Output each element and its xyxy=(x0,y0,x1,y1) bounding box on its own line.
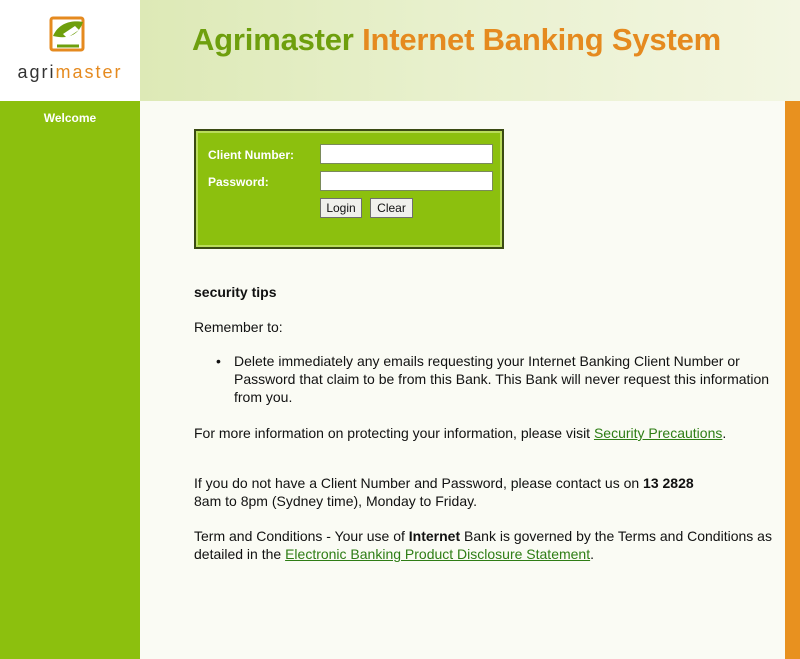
password-field[interactable] xyxy=(320,171,493,191)
more-info-suffix: . xyxy=(722,425,727,441)
contact-text: If you do not have a Client Number and P… xyxy=(194,475,644,491)
contact-paragraph: If you do not have a Client Number and P… xyxy=(194,474,774,510)
tips-list: • Delete immediately any emails requesti… xyxy=(214,352,774,406)
terms-text: Term and Conditions - Your use of xyxy=(194,528,409,544)
clear-button[interactable]: Clear xyxy=(370,198,413,218)
sidebar: Welcome xyxy=(0,101,140,659)
header-banner: Agrimaster Internet Banking System xyxy=(140,0,800,101)
terms-bold-word: Internet xyxy=(408,528,461,544)
logo-area: agrimaster xyxy=(0,0,140,101)
sidebar-item-welcome[interactable]: Welcome xyxy=(0,111,140,125)
login-form: Client Number: Password: Login Clear xyxy=(194,129,504,249)
list-item: • Delete immediately any emails requesti… xyxy=(214,352,774,406)
contact-phone: 13 2828 xyxy=(643,475,694,491)
contact-hours: 8am to 8pm (Sydney time), Monday to Frid… xyxy=(194,493,477,509)
agrimaster-logo-icon xyxy=(49,16,85,52)
page-title: Agrimaster Internet Banking System xyxy=(192,22,721,57)
disclosure-statement-link[interactable]: Electronic Banking Product Disclosure St… xyxy=(285,546,590,562)
more-info-text: For more information on protecting your … xyxy=(194,425,594,441)
security-precautions-link[interactable]: Security Precautions xyxy=(594,425,722,441)
logo-text: agrimaster xyxy=(17,62,123,82)
tip-text: Delete immediately any emails requesting… xyxy=(234,353,770,405)
security-tips-heading: security tips xyxy=(194,284,277,300)
terms-paragraph: Term and Conditions - Your use of Intern… xyxy=(194,527,774,563)
right-accent-stripe xyxy=(785,101,800,659)
client-number-field[interactable] xyxy=(320,144,493,164)
bullet-icon: • xyxy=(216,353,221,369)
more-info-paragraph: For more information on protecting your … xyxy=(194,424,754,442)
client-number-label: Client Number: xyxy=(208,148,295,162)
password-label: Password: xyxy=(208,175,269,189)
login-button[interactable]: Login xyxy=(320,198,362,218)
remember-text: Remember to: xyxy=(194,319,283,335)
terms-suffix: . xyxy=(590,546,595,562)
